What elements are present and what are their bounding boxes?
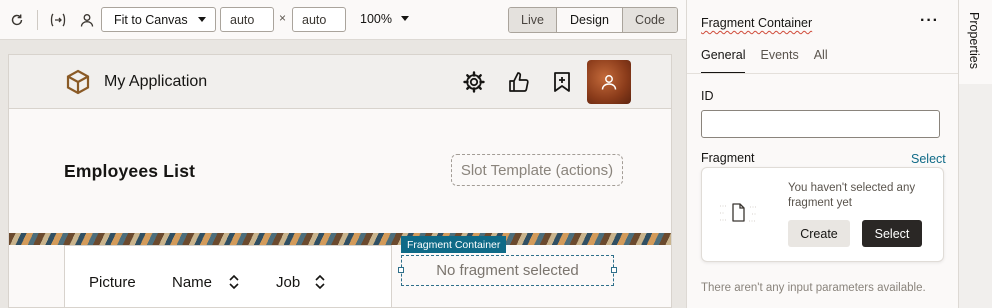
design-canvas: My Application Employees List Slot Templ… xyxy=(0,40,686,308)
tab-general[interactable]: General xyxy=(701,48,746,74)
avatar[interactable] xyxy=(587,60,631,104)
fragment-label: Fragment xyxy=(701,151,755,165)
decorative-banner xyxy=(9,233,671,245)
resize-handle-left[interactable] xyxy=(398,267,404,273)
fit-select-value: Fit to Canvas xyxy=(114,12,188,27)
chevron-down-icon xyxy=(198,17,206,22)
empty-fragment-message: You haven't selected any fragment yet xyxy=(788,182,916,209)
refresh-icon[interactable] xyxy=(8,11,26,29)
column-header-name[interactable]: Name xyxy=(172,274,212,291)
thumbs-up-icon[interactable] xyxy=(507,70,531,94)
side-tab-bar: Properties xyxy=(958,0,992,308)
sort-icon[interactable] xyxy=(228,274,240,290)
toolbar-divider xyxy=(37,10,38,30)
tabs-divider xyxy=(687,73,958,74)
app-preview: My Application Employees List Slot Templ… xyxy=(8,54,672,308)
tab-all[interactable]: All xyxy=(814,48,828,74)
designer-toolbar: Fit to Canvas auto × auto 100% Live Desi… xyxy=(0,0,686,40)
chevron-down-icon[interactable] xyxy=(401,16,409,21)
sort-icon[interactable] xyxy=(314,274,326,290)
create-button[interactable]: Create xyxy=(788,220,850,247)
page-title: Employees List xyxy=(64,161,196,181)
resize-handle-right[interactable] xyxy=(611,267,617,273)
app-logo-icon xyxy=(66,69,90,95)
height-input[interactable]: auto xyxy=(292,7,346,32)
design-mode-button[interactable]: Design xyxy=(557,8,623,32)
bookmark-add-icon[interactable] xyxy=(550,70,574,94)
select-button[interactable]: Select xyxy=(862,220,922,247)
panel-tabs: General Events All xyxy=(701,48,828,74)
app-title: My Application xyxy=(104,73,208,90)
more-options-icon[interactable]: ··· xyxy=(920,12,939,30)
employees-table: Picture Name Job xyxy=(64,245,392,307)
fragment-container-tag: Fragment Container xyxy=(401,236,507,253)
fragment-placeholder: No fragment selected xyxy=(436,262,579,279)
fragment-empty-card: You haven't selected any fragment yet Cr… xyxy=(701,167,944,262)
tab-events[interactable]: Events xyxy=(760,48,798,74)
user-avatar-icon xyxy=(601,75,617,90)
id-label: ID xyxy=(701,89,714,103)
live-mode-button[interactable]: Live xyxy=(509,8,557,32)
width-input[interactable]: auto xyxy=(220,7,274,32)
height-input-value: auto xyxy=(302,12,327,27)
code-mode-button[interactable]: Code xyxy=(623,8,677,32)
panel-title: Fragment Container xyxy=(701,16,813,30)
variable-icon[interactable] xyxy=(49,11,67,29)
user-icon[interactable] xyxy=(78,11,96,29)
settings-gear-icon[interactable] xyxy=(462,70,486,94)
times-sign: × xyxy=(279,11,287,25)
id-field[interactable] xyxy=(701,110,940,138)
mode-switcher: Live Design Code xyxy=(508,7,678,33)
no-params-message: There aren't any input parameters availa… xyxy=(701,282,926,294)
column-header-job[interactable]: Job xyxy=(276,274,300,291)
fragment-container[interactable]: No fragment selected xyxy=(401,255,614,286)
column-header-picture[interactable]: Picture xyxy=(89,274,136,291)
zoom-select[interactable]: 100% xyxy=(360,12,392,26)
properties-side-tab[interactable]: Properties xyxy=(959,0,992,84)
fit-select[interactable]: Fit to Canvas xyxy=(101,7,216,32)
slot-template-actions[interactable]: Slot Template (actions) xyxy=(451,154,623,186)
properties-side-tab-label: Properties xyxy=(967,12,981,69)
document-icon xyxy=(720,203,757,222)
app-header: My Application xyxy=(9,55,671,109)
properties-panel: Fragment Container ··· General Events Al… xyxy=(686,0,958,308)
select-fragment-link[interactable]: Select xyxy=(911,152,946,166)
width-input-value: auto xyxy=(230,12,255,27)
